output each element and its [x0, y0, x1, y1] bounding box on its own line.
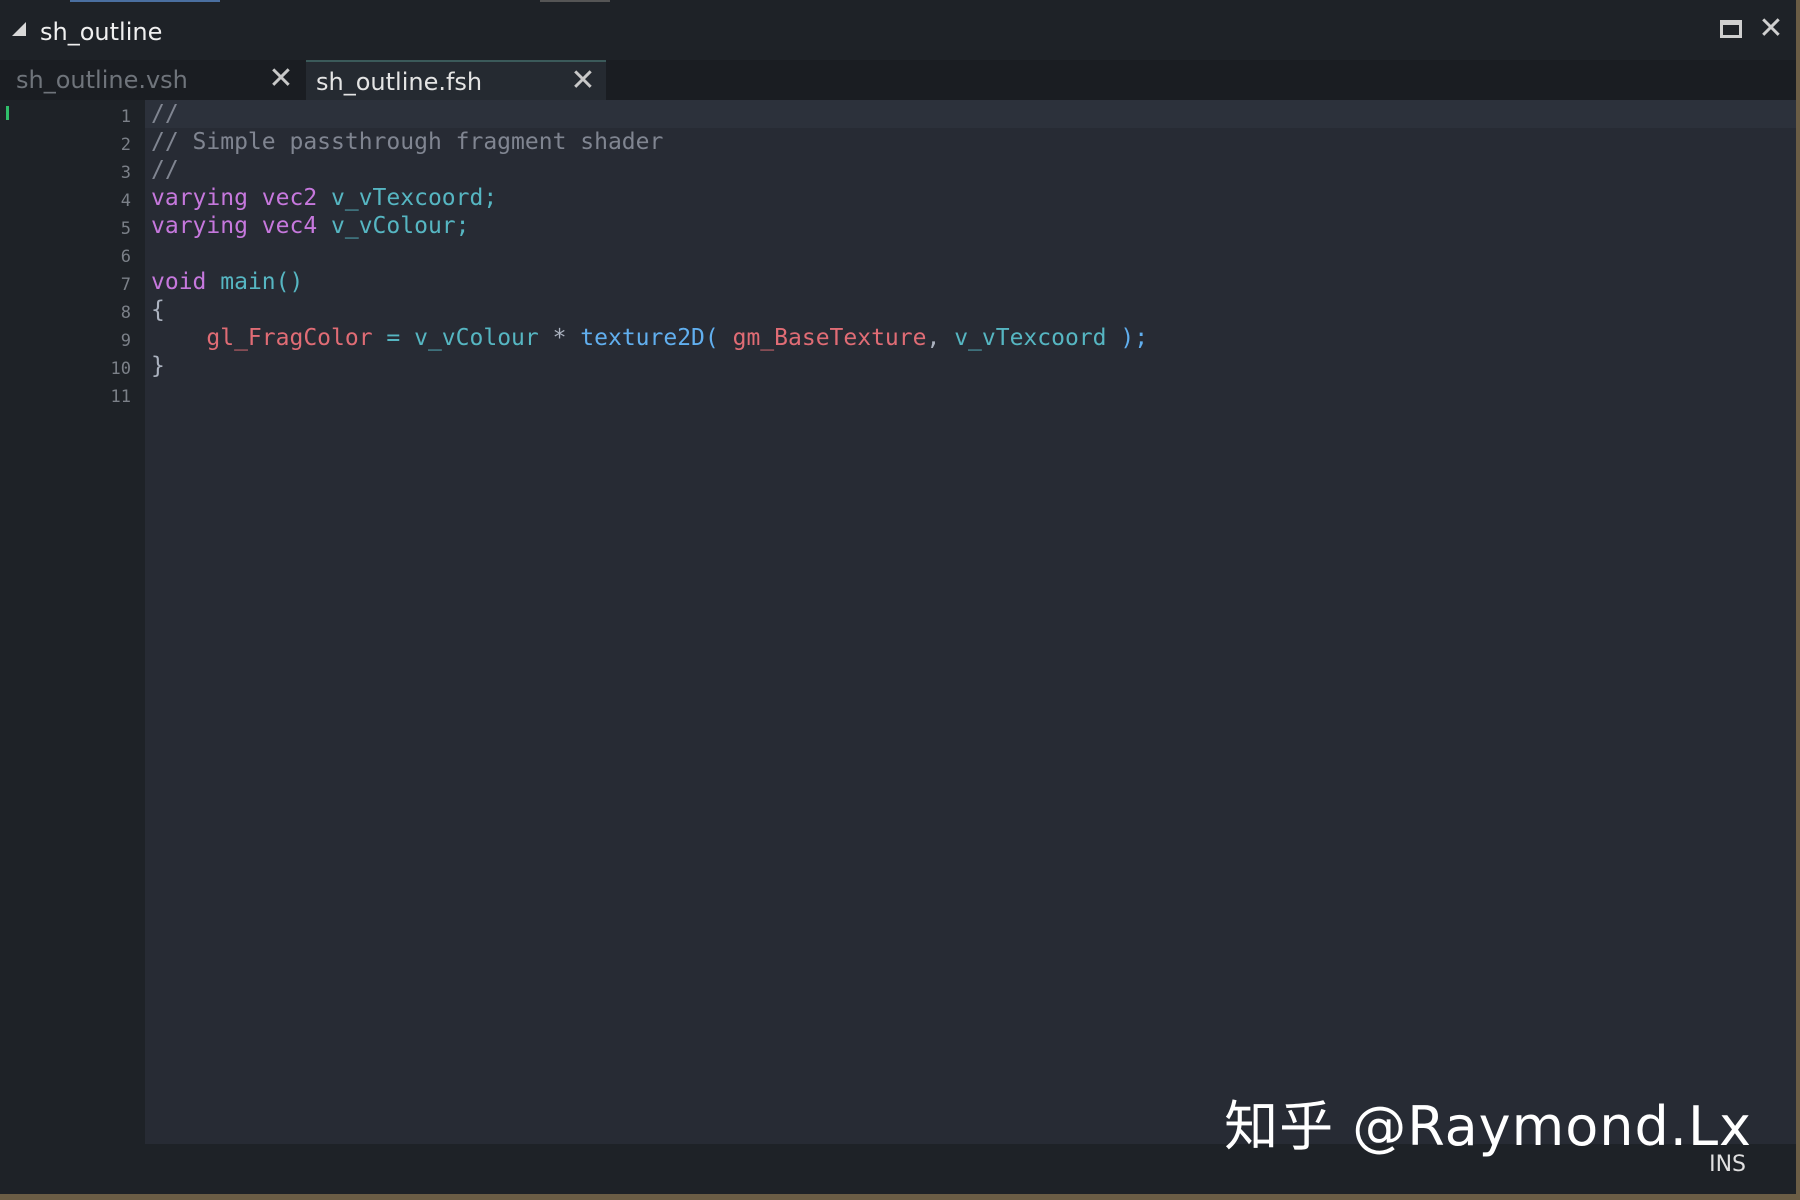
- watermark: 知乎 @Raymond.Lx: [1224, 1095, 1752, 1158]
- code-line[interactable]: }: [151, 352, 1148, 380]
- editor-window: sh_outline ✕ sh_outline.vsh ✕ sh_outline…: [0, 0, 1800, 1200]
- code-token: // Simple passthrough fragment shader: [151, 129, 664, 155]
- code-line[interactable]: [151, 380, 1148, 408]
- maximize-icon[interactable]: [1720, 20, 1742, 38]
- code-line[interactable]: [151, 240, 1148, 268]
- line-number: 1: [120, 107, 131, 127]
- code-line[interactable]: //: [151, 100, 1148, 128]
- line-number: 4: [120, 191, 131, 211]
- tab-label: sh_outline.vsh: [16, 66, 188, 94]
- tab-label: sh_outline.fsh: [316, 68, 483, 96]
- code-token: varying vec4: [151, 213, 332, 239]
- close-icon[interactable]: ✕: [1756, 14, 1786, 44]
- tab-sh-outline-vsh[interactable]: sh_outline.vsh ✕: [0, 60, 306, 100]
- code-token: v_vTexcoord: [954, 325, 1107, 351]
- code-line[interactable]: varying vec4 v_vColour;: [151, 212, 1148, 240]
- code-token: texture2D(: [580, 325, 733, 351]
- code-token: *: [538, 325, 581, 351]
- code-token: void: [151, 269, 221, 295]
- code-line[interactable]: {: [151, 296, 1148, 324]
- line-number: 8: [120, 303, 131, 323]
- code-token: varying vec2: [151, 185, 332, 211]
- line-gutter: 1 2 3 4 5 6 7 8 9 10 11: [0, 100, 145, 1144]
- code-editor[interactable]: //// Simple passthrough fragment shader /…: [145, 100, 1796, 1144]
- code-token: //: [151, 157, 179, 183]
- tab-sh-outline-fsh[interactable]: sh_outline.fsh ✕: [306, 60, 606, 100]
- code-token: gm_BaseTexture: [732, 325, 927, 351]
- code-line[interactable]: varying vec2 v_vTexcoord;: [151, 184, 1148, 212]
- tab-close-icon[interactable]: ✕: [266, 62, 296, 96]
- code-token: //: [151, 101, 179, 127]
- code-line[interactable]: //: [151, 156, 1148, 184]
- code-token: gl_FragColor: [206, 325, 373, 351]
- title-bar: sh_outline ✕: [0, 2, 1796, 52]
- code-token: v_vColour: [414, 325, 539, 351]
- code-token: }: [151, 353, 165, 379]
- tab-close-icon[interactable]: ✕: [568, 64, 598, 98]
- line-number: 2: [120, 135, 131, 155]
- code-token: v_vTexcoord;: [331, 185, 498, 211]
- code-line[interactable]: // Simple passthrough fragment shader: [151, 128, 1148, 156]
- line-number: 5: [120, 219, 131, 239]
- tab-bar: sh_outline.vsh ✕ sh_outline.fsh ✕: [0, 60, 1796, 100]
- code-token: =: [372, 325, 415, 351]
- collapse-triangle-icon[interactable]: [12, 22, 26, 36]
- line-number: 7: [120, 275, 131, 295]
- code-token: v_vColour;: [331, 213, 470, 239]
- code-token: {: [151, 297, 165, 323]
- line-number: 3: [120, 163, 131, 183]
- code-token: );: [1106, 325, 1149, 351]
- code-token: ,: [926, 325, 955, 351]
- line-numbers: 1 2 3 4 5 6 7 8 9 10 11: [111, 103, 131, 411]
- line-number: 10: [110, 359, 131, 379]
- change-marker: [6, 106, 9, 120]
- line-number: 9: [120, 331, 131, 351]
- code-token: main(): [220, 269, 304, 295]
- window-title: sh_outline: [40, 18, 163, 46]
- line-number: 6: [120, 247, 131, 267]
- code-line[interactable]: gl_FragColor = v_vColour * texture2D( gm…: [151, 324, 1148, 352]
- code-line[interactable]: void main(): [151, 268, 1148, 296]
- code-lines: //// Simple passthrough fragment shader /…: [151, 100, 1148, 408]
- line-number: 11: [110, 387, 131, 407]
